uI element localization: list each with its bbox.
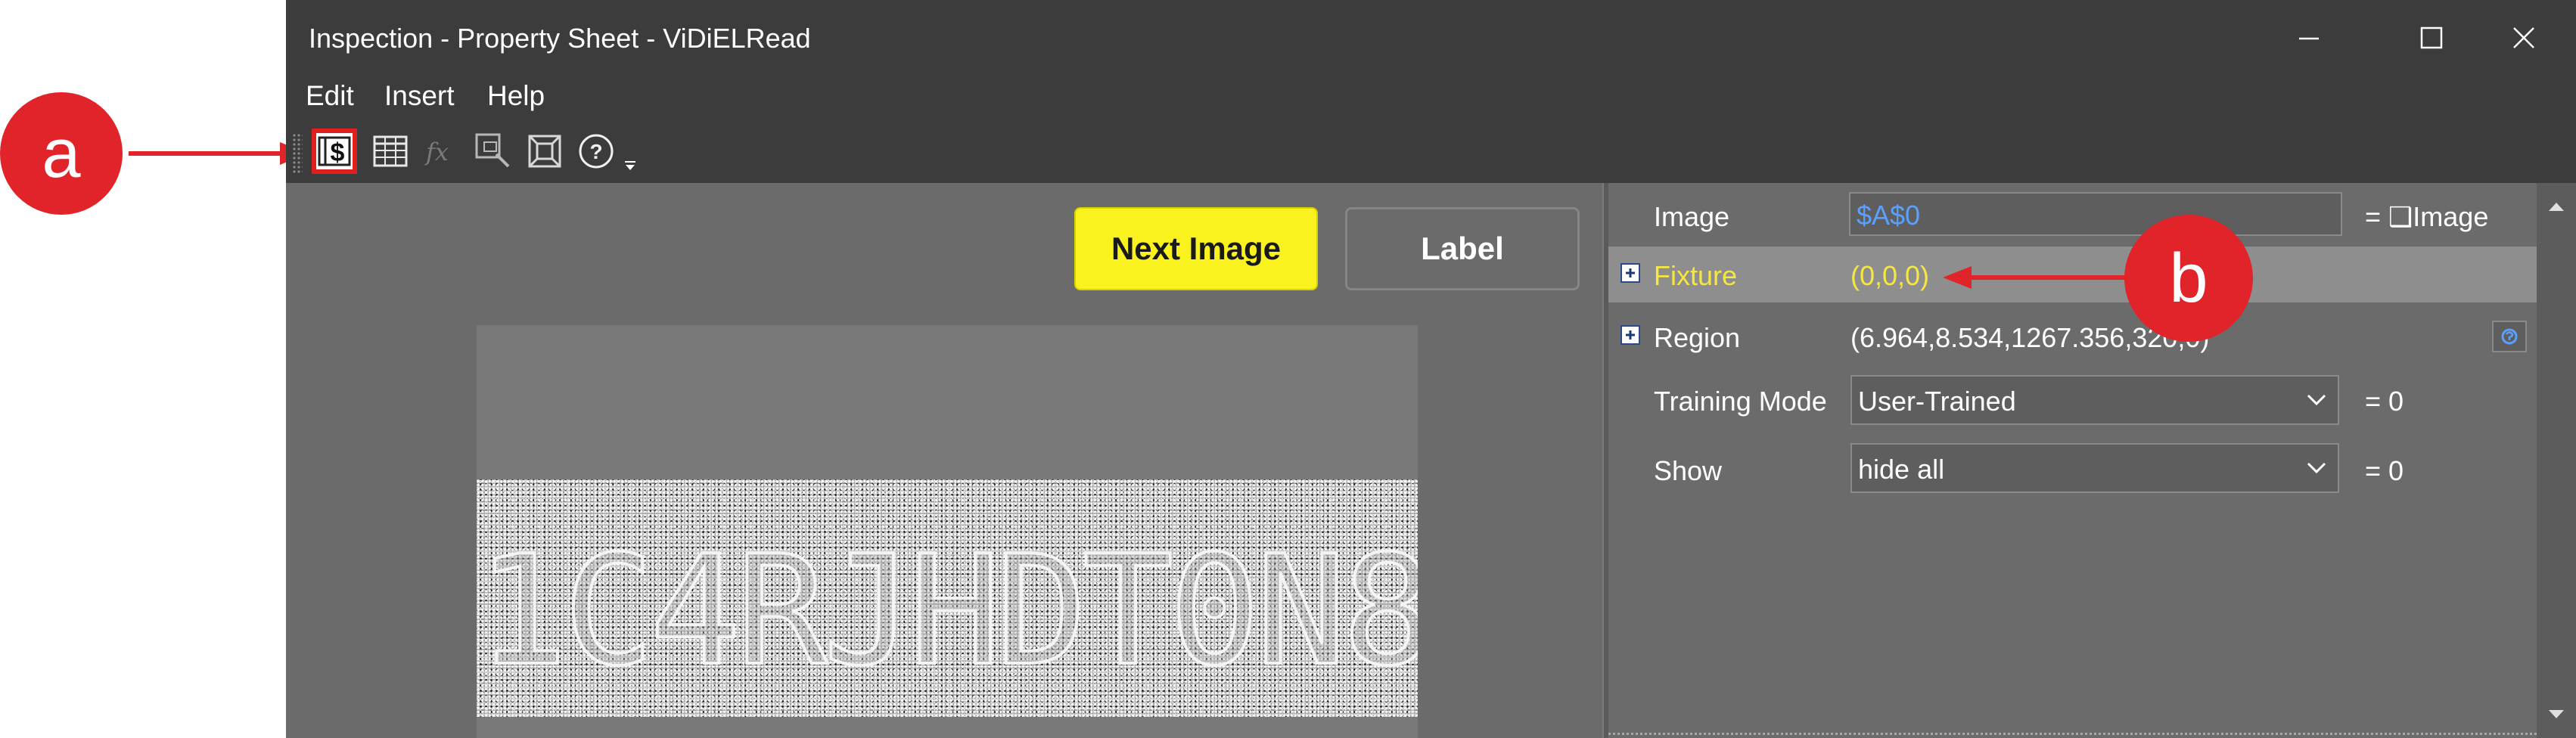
callout-b: b: [2124, 215, 2253, 342]
training-mode-suffix: = 0: [2365, 386, 2404, 417]
property-row-region: Region (6.964,8.534,1267.356,320,0): [1608, 309, 2537, 364]
function-button[interactable]: fx: [421, 130, 463, 172]
fixture-expand-icon[interactable]: [1620, 263, 1640, 283]
toolbar: $ fx ?: [286, 121, 2576, 183]
maximize-icon: [2420, 26, 2443, 49]
property-name-fixture: Fixture: [1654, 260, 1738, 291]
maximize-button[interactable]: [2386, 9, 2477, 67]
scroll-up-icon: [2549, 203, 2564, 211]
minimize-icon: [2299, 37, 2319, 40]
fit-region-button[interactable]: [524, 130, 566, 172]
property-row-image: Image $A$0 = ❑Image: [1608, 191, 2537, 237]
fit-region-icon: [528, 135, 561, 168]
vin-embossed-text: 1C4RJHDT0N8500076: [477, 522, 1418, 701]
property-scrollbar[interactable]: [2537, 183, 2576, 738]
show-select[interactable]: hide all: [1850, 443, 2339, 493]
close-icon: [2513, 27, 2534, 48]
chevron-down-icon: [2307, 394, 2326, 406]
title-bar[interactable]: Inspection - Property Sheet - ViDiELRead: [286, 0, 2576, 74]
callout-a: a: [0, 92, 123, 215]
help-button[interactable]: ?: [575, 130, 617, 172]
svg-text:$: $: [331, 138, 345, 167]
toolbar-grip[interactable]: [292, 133, 303, 174]
region-edit-button[interactable]: [2492, 321, 2527, 352]
property-name-training-mode: Training Mode: [1654, 386, 1827, 417]
grid-table-icon: [373, 135, 408, 167]
training-mode-selected: User-Trained: [1858, 386, 2016, 417]
region-graphic-icon: [2501, 328, 2518, 345]
property-name-show: Show: [1654, 455, 1723, 486]
close-button[interactable]: [2478, 9, 2569, 67]
fixture-value: (0,0,0): [1850, 260, 1930, 291]
image-suffix: = ❑Image: [2365, 201, 2489, 232]
svg-text:?: ?: [589, 140, 602, 163]
grid-bottom-border: [1608, 733, 2537, 735]
spreadsheet-dollar-button[interactable]: $: [312, 129, 357, 174]
chevron-down-icon: [2307, 462, 2326, 474]
property-name-region: Region: [1654, 322, 1741, 353]
zoom-region-icon: [475, 133, 510, 168]
property-sheet-window: Inspection - Property Sheet - ViDiELRead…: [286, 0, 2576, 738]
image-view[interactable]: 1C4RJHDT0N8500076: [477, 325, 1418, 738]
image-input[interactable]: $A$0: [1849, 192, 2342, 236]
minimize-button[interactable]: [2264, 9, 2354, 67]
callout-b-arrow: [1943, 266, 2126, 289]
scroll-down-icon: [2549, 710, 2564, 718]
scroll-up-button[interactable]: [2537, 189, 2576, 224]
property-row-training-mode: Training Mode User-Trained = 0: [1608, 371, 2537, 425]
menu-insert[interactable]: Insert: [380, 80, 459, 112]
svg-text:fx: fx: [424, 138, 449, 166]
grid-table-button[interactable]: [369, 130, 412, 172]
spreadsheet-dollar-icon: $: [318, 136, 351, 167]
callout-b-label: b: [2169, 239, 2208, 317]
function-icon: fx: [424, 138, 449, 166]
next-image-button[interactable]: Next Image: [1074, 207, 1318, 290]
image-display-pane: Next Image Label 1C4RJHDT0N8500076: [286, 183, 1602, 738]
image-input-value: $A$0: [1857, 200, 1921, 231]
toolbar-overflow-button[interactable]: [619, 144, 642, 186]
zoom-region-button[interactable]: [472, 130, 514, 172]
property-name-image: Image: [1654, 201, 1730, 232]
property-row-show: Show hide all = 0: [1608, 439, 2537, 493]
show-suffix: = 0: [2365, 455, 2404, 486]
overflow-chevron-icon: [625, 161, 635, 170]
help-icon: ?: [579, 134, 614, 169]
training-mode-select[interactable]: User-Trained: [1850, 375, 2339, 425]
show-selected: hide all: [1858, 454, 1945, 485]
menu-help[interactable]: Help: [483, 80, 549, 112]
label-button[interactable]: Label: [1345, 207, 1580, 290]
menu-bar: Edit Insert Help: [286, 74, 2576, 121]
window-title: Inspection - Property Sheet - ViDiELRead: [309, 23, 811, 54]
callout-a-label: a: [42, 114, 81, 192]
menu-edit[interactable]: Edit: [301, 80, 359, 112]
region-expand-icon[interactable]: [1620, 325, 1640, 345]
scroll-down-button[interactable]: [2537, 697, 2576, 732]
vin-image: 1C4RJHDT0N8500076: [477, 479, 1418, 717]
